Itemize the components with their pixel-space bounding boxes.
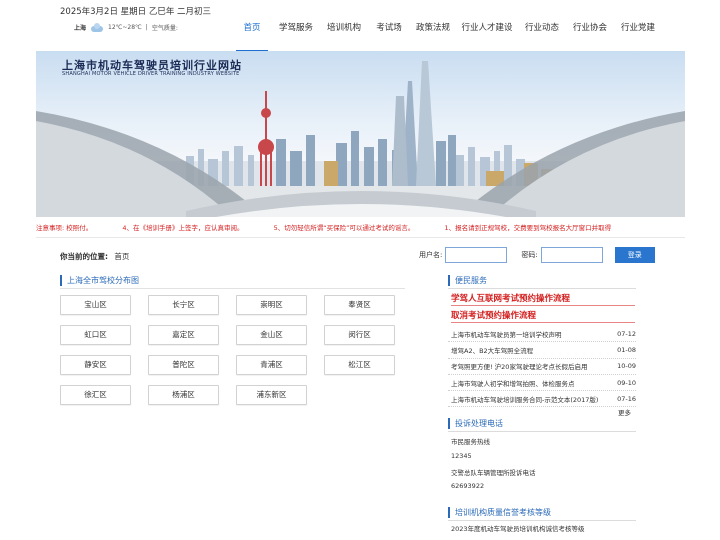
citizen-service-divider (448, 288, 636, 289)
news-title[interactable]: 上海市机动车驾驶员第一培训学校声明 (451, 329, 562, 339)
nav-policies[interactable]: 政策法规 (410, 0, 456, 52)
news-title[interactable]: 增驾A2、B2大车驾照全流程 (451, 345, 533, 355)
hotline-label: 市民服务热线 (451, 438, 490, 446)
news-date: 01-08 (617, 345, 636, 354)
district-button[interactable]: 崇明区 (236, 295, 307, 315)
news-date: 07-12 (617, 329, 636, 338)
news-list: 上海市机动车驾驶员第一培训学校声明 07-12 增驾A2、B2大车驾照全流程 0… (448, 326, 636, 408)
news-item[interactable]: 上海市驾驶人初学和增驾拍照、体检服务点 09-10 (448, 375, 636, 392)
news-title[interactable]: 上海市机动车驾驶培训服务合同-示范文本(2017版) (451, 394, 598, 404)
hotline-number: 12345 (451, 452, 472, 460)
login-button[interactable]: 登录 (614, 247, 655, 263)
news-date: 07-16 (617, 394, 636, 403)
district-button[interactable]: 嘉定区 (148, 325, 219, 345)
notice-item: 5、切勿轻信所谓“买保险”可以通过考试的谣言。 (273, 224, 415, 232)
login-form: 用户名: 密码: 登录 (419, 247, 655, 263)
breadcrumb: 你当前的位置: 首页 (60, 251, 129, 262)
school-map-divider (60, 288, 405, 289)
breadcrumb-label: 你当前的位置: (60, 252, 108, 261)
quality-rating-title[interactable]: 培训机构质量信誉考核等级 (448, 507, 551, 518)
district-button[interactable]: 青浦区 (236, 355, 307, 375)
weather-temp: 12℃~28℃ (108, 24, 142, 31)
notice-item: 4、在《培训手册》上签字，应认真审阅。 (122, 224, 244, 232)
current-date: 2025年3月2日 星期日 乙巳年 二月初三 (60, 7, 212, 17)
news-item[interactable]: 考驾照更方便! 沪20家驾驶理论考点长假后启用 10-09 (448, 359, 636, 375)
notice-divider (36, 237, 685, 238)
username-input[interactable] (445, 247, 508, 263)
nav-learner-service[interactable]: 学驾服务 (272, 0, 320, 52)
main-nav: 首页 学驾服务 培训机构 考试场 政策法规 行业人才建设 行业动态 行业协会 行… (236, 0, 660, 52)
news-item[interactable]: 上海市机动车驾驶员第一培训学校声明 07-12 (448, 326, 636, 343)
nav-party[interactable]: 行业党建 (616, 0, 660, 52)
district-grid: 宝山区 长宁区 崇明区 奉贤区 虹口区 嘉定区 金山区 闵行区 静安区 普陀区 … (60, 295, 410, 405)
district-button[interactable]: 金山区 (236, 325, 307, 345)
district-button[interactable]: 闵行区 (324, 325, 395, 345)
password-input[interactable] (540, 247, 603, 263)
exam-booking-link[interactable]: 学驾人互联网考试预约操作流程 (451, 292, 570, 304)
notice-item: 注意事项: 校照付。 (36, 224, 93, 232)
weather-widget: 上海 12℃~28℃ | 空气质量: (74, 23, 178, 32)
username-label: 用户名: (419, 251, 443, 259)
password-label: 密码: (521, 251, 538, 259)
nav-exam-venues[interactable]: 考试场 (371, 0, 407, 52)
cancel-booking-link[interactable]: 取消考试预约操作流程 (451, 309, 536, 321)
nav-home[interactable]: 首页 (236, 0, 268, 52)
hot-link-divider (451, 322, 635, 323)
district-button[interactable]: 浦东新区 (236, 385, 307, 405)
news-title[interactable]: 考驾照更方便! 沪20家驾驶理论考点长假后启用 (451, 361, 587, 371)
complaint-title[interactable]: 投诉处理电话 (448, 418, 503, 429)
news-item[interactable]: 上海市机动车驾驶培训服务合同-示范文本(2017版) 07-16 (448, 391, 636, 408)
notice-marquee: 注意事项: 校照付。 4、在《培训手册》上签字，应认真审阅。 5、切勿轻信所谓“… (36, 222, 685, 234)
hot-link-divider (451, 305, 635, 306)
district-button[interactable]: 宝山区 (60, 295, 131, 315)
more-link[interactable]: 更多 (618, 407, 631, 417)
district-button[interactable]: 徐汇区 (60, 385, 131, 405)
weather-separator: | (145, 24, 148, 31)
weather-city: 上海 (74, 25, 87, 32)
district-button[interactable]: 奉贤区 (324, 295, 395, 315)
district-button[interactable]: 普陀区 (148, 355, 219, 375)
quality-item[interactable]: 2023年度机动车驾驶员培训机构诚信考核等级 (451, 523, 585, 533)
news-date: 09-10 (617, 378, 636, 387)
nav-talent[interactable]: 行业人才建设 (458, 0, 516, 52)
district-button[interactable]: 静安区 (60, 355, 131, 375)
cloud-icon (90, 23, 104, 32)
district-button[interactable]: 虹口区 (60, 325, 131, 345)
district-button[interactable]: 松江区 (324, 355, 395, 375)
notice-item: 1、报名请到正规驾校，交费要到驾校报名大厅窗口并取得 (444, 224, 612, 232)
school-map-title[interactable]: 上海全市驾校分布图 (60, 275, 139, 286)
hero-banner: 上海市机动车驾驶员培训行业网站 SHANGHAI MOTOR VEHICLE D… (36, 51, 685, 217)
air-quality-label: 空气质量: (151, 25, 178, 32)
news-title[interactable]: 上海市驾驶人初学和增驾拍照、体检服务点 (451, 378, 575, 388)
site-subtitle: SHANGHAI MOTOR VEHICLE DRIVER TRAINING I… (62, 71, 240, 77)
complaint-number: 62693922 (451, 482, 485, 490)
news-date: 10-09 (617, 362, 636, 371)
nav-news[interactable]: 行业动态 (520, 0, 564, 52)
quality-divider (448, 520, 636, 521)
district-button[interactable]: 长宁区 (148, 295, 219, 315)
district-button[interactable]: 杨浦区 (148, 385, 219, 405)
citizen-service-title[interactable]: 便民服务 (448, 275, 487, 286)
news-item[interactable]: 增驾A2、B2大车驾照全流程 01-08 (448, 342, 636, 359)
complaint-divider (448, 431, 636, 432)
breadcrumb-home[interactable]: 首页 (114, 252, 129, 261)
nav-training-orgs[interactable]: 培训机构 (321, 0, 367, 52)
nav-association[interactable]: 行业协会 (568, 0, 612, 52)
complaint-label: 交警总队车辆管理所投诉电话 (451, 469, 536, 477)
